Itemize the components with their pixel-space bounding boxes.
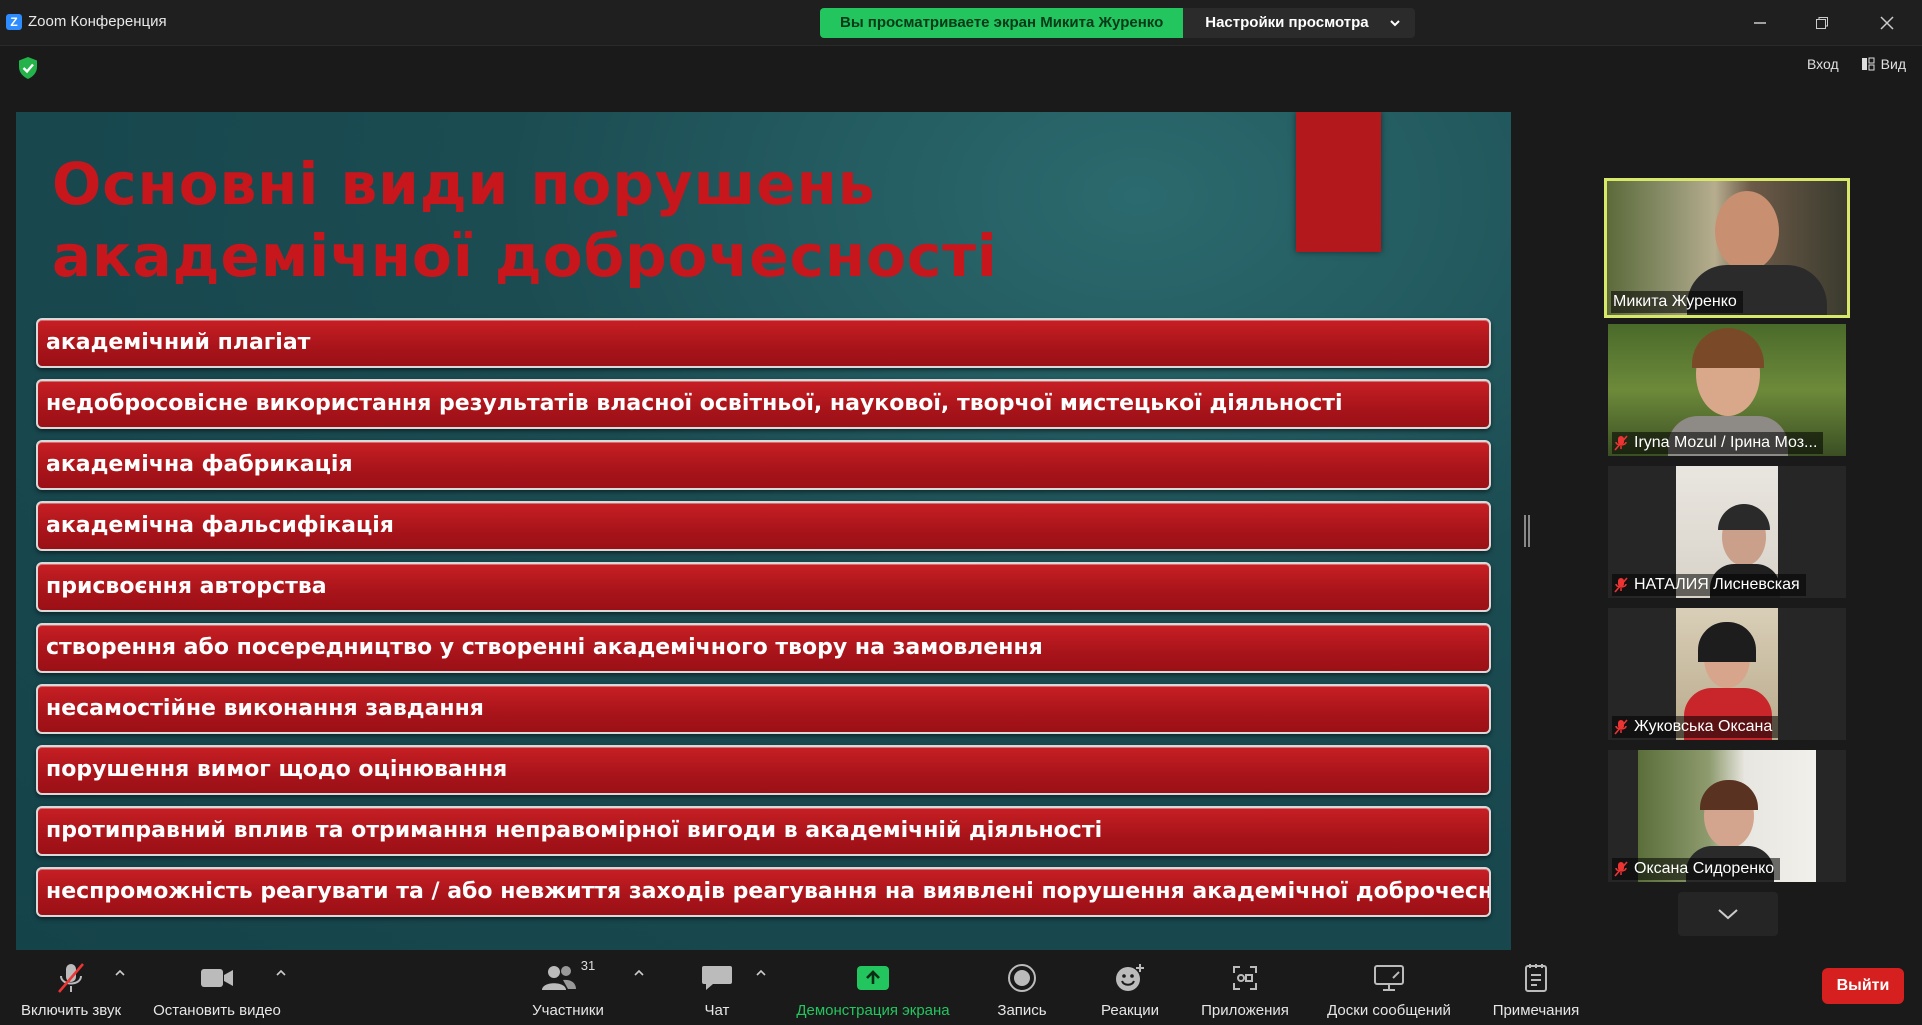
view-options-button[interactable]: Настройки просмотра [1183, 8, 1415, 38]
scroll-participants-down-button[interactable] [1678, 892, 1778, 936]
slide-item: академічна фальсифікація [36, 501, 1491, 551]
reactions-smiley-icon [1116, 964, 1144, 991]
record-label: Запись [997, 1002, 1047, 1019]
slide-item: протиправний вплив та отримання неправом… [36, 806, 1491, 856]
unmute-button[interactable]: Включить звук [10, 950, 132, 1025]
close-icon [1880, 16, 1894, 30]
slide-decoration [1296, 112, 1381, 252]
mic-muted-icon [1614, 861, 1628, 877]
chat-icon [702, 966, 732, 990]
participant-tile[interactable]: Оксана Сидоренко [1608, 750, 1846, 882]
mic-muted-icon [1614, 577, 1628, 593]
slide-item: несамостійне виконання завдання [36, 684, 1491, 734]
enter-label: Вход [1807, 56, 1839, 72]
enter-button[interactable]: Вход [1807, 56, 1839, 72]
top-right-controls: Вход Вид [1807, 56, 1906, 72]
grid-view-icon [1861, 57, 1875, 71]
participants-icon [541, 966, 576, 990]
participant-name: НАТАЛИЯ Лисневская [1634, 576, 1800, 593]
shared-screen: Основні види порушень академічної доброч… [16, 112, 1511, 950]
whiteboards-label: Доски сообщений [1327, 1002, 1451, 1019]
notes-icon [1525, 964, 1547, 992]
video-options-caret-icon[interactable] [274, 966, 288, 980]
reactions-label: Реакции [1101, 1002, 1159, 1019]
mic-muted-icon [1614, 435, 1628, 451]
whiteboards-button[interactable]: Доски сообщений [1316, 950, 1462, 1025]
slide-item: присвоєння авторства [36, 562, 1491, 612]
restore-icon [1816, 17, 1828, 29]
participants-options-caret-icon[interactable] [632, 966, 646, 980]
participant-name: Оксана Сидоренко [1634, 860, 1775, 877]
window-title: Zoom Конференция [28, 13, 167, 30]
record-button[interactable]: Запись [982, 950, 1062, 1025]
view-options-label: Настройки просмотра [1205, 14, 1369, 31]
chat-options-caret-icon[interactable] [754, 966, 768, 980]
participant-name: Iryna Mozul / Ірина Моз... [1634, 434, 1818, 451]
title-bar: Z Zoom Конференция Вы просматриваете экр… [0, 0, 1922, 46]
slide-item: недобросовісне використання результатів … [36, 379, 1491, 429]
zoom-logo-icon: Z [6, 14, 22, 30]
participant-name-bar: Iryna Mozul / Ірина Моз... [1612, 432, 1824, 454]
participant-name-bar: НАТАЛИЯ Лисневская [1612, 574, 1806, 596]
slide-title: Основні види порушень академічної доброч… [52, 148, 1252, 292]
slide-title-line-1: Основні види порушень [52, 150, 876, 218]
leave-meeting-button[interactable]: Выйти [1822, 968, 1904, 1004]
mic-muted-icon [58, 963, 84, 993]
stop-video-button[interactable]: Остановить видео [146, 950, 288, 1025]
view-label: Вид [1880, 56, 1906, 72]
viewing-screen-label: Вы просматриваете экран Микита Журенко [820, 8, 1184, 38]
apps-icon [1233, 966, 1257, 990]
slide-item: академічна фабрикація [36, 440, 1491, 490]
whiteboard-icon [1374, 965, 1404, 991]
participant-name-bar: Микита Журенко [1611, 291, 1743, 313]
participant-name: Микита Журенко [1613, 293, 1737, 310]
stop-video-label: Остановить видео [153, 1002, 281, 1019]
share-screen-button[interactable]: Демонстрация экрана [786, 950, 960, 1025]
share-screen-icon [857, 966, 889, 990]
apps-label: Приложения [1201, 1002, 1289, 1019]
participant-tile[interactable]: НАТАЛИЯ Лисневская [1608, 466, 1846, 598]
participant-name-bar: Жуковська Оксана [1612, 716, 1779, 738]
minimize-button[interactable] [1746, 10, 1774, 36]
video-camera-icon [201, 969, 233, 987]
shield-check-icon[interactable] [17, 56, 39, 80]
meeting-toolbar: Включить звук Остановить видео 31 Участн… [0, 950, 1922, 1025]
share-screen-label: Демонстрация экрана [796, 1002, 950, 1019]
mic-muted-icon [1614, 719, 1628, 735]
minimize-icon [1754, 22, 1766, 24]
participant-name-bar: Оксана Сидоренко [1612, 858, 1781, 880]
participant-tile[interactable]: Жуковська Оксана [1608, 608, 1846, 740]
participants-label: Участники [532, 1002, 604, 1019]
slide-item: неспроможність реагувати та / або невжит… [36, 867, 1491, 917]
audio-options-caret-icon[interactable] [113, 966, 127, 980]
participants-count: 31 [580, 958, 596, 973]
chat-button[interactable]: Чат [682, 950, 752, 1025]
notes-label: Примечания [1492, 1002, 1580, 1019]
slide-title-line-2: академічної доброчесності [52, 222, 998, 290]
participant-tile[interactable]: Iryna Mozul / Ірина Моз... [1608, 324, 1846, 456]
share-banner: Вы просматриваете экран Микита Журенко Н… [820, 8, 1415, 38]
slide-item: академічний плагіат [36, 318, 1491, 368]
notes-button[interactable]: Примечания [1480, 950, 1592, 1025]
slide-item: створення або посередництво у створенні … [36, 623, 1491, 673]
close-button[interactable] [1873, 10, 1901, 36]
unmute-label: Включить звук [20, 1002, 122, 1019]
record-icon [1008, 964, 1036, 992]
participant-tile[interactable]: Микита Журенко [1604, 178, 1850, 318]
chat-label: Чат [704, 1002, 730, 1019]
apps-button[interactable]: Приложения [1190, 950, 1300, 1025]
panel-resize-handle[interactable] [1524, 515, 1530, 547]
view-button[interactable]: Вид [1861, 56, 1906, 72]
participants-button[interactable]: 31 Участники [520, 950, 616, 1025]
participant-name: Жуковська Оксана [1634, 718, 1773, 735]
chevron-down-icon [1718, 909, 1738, 920]
chevron-down-icon [1389, 20, 1400, 27]
reactions-button[interactable]: Реакции [1088, 950, 1172, 1025]
slide-item: порушення вимог щодо оцінювання [36, 745, 1491, 795]
restore-button[interactable] [1808, 10, 1836, 36]
